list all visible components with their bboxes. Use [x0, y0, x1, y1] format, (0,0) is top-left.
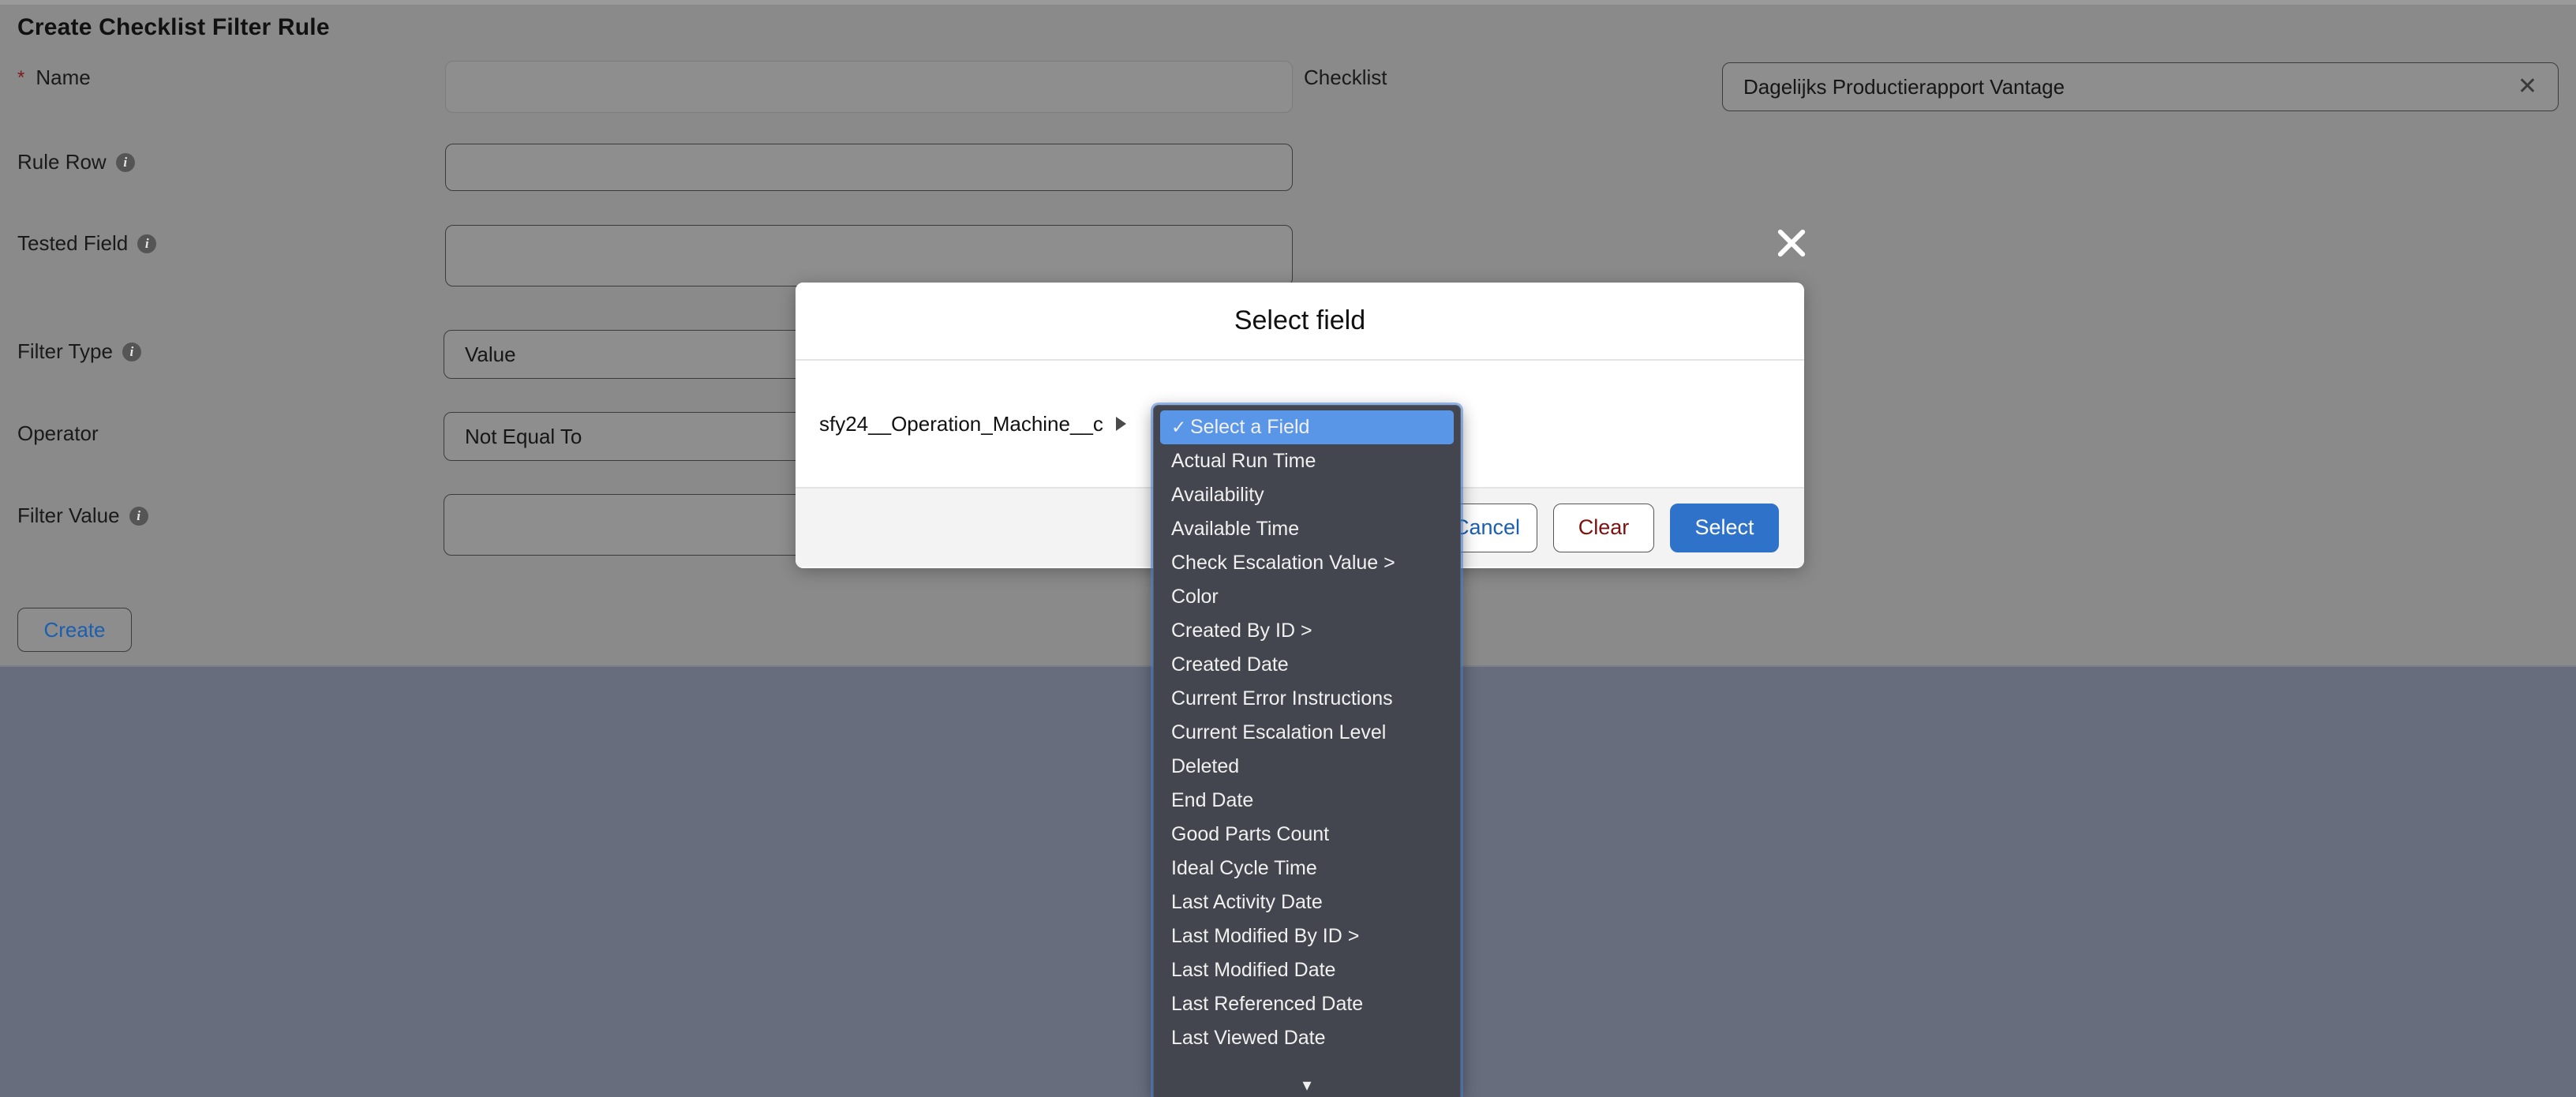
dropdown-option[interactable]: Last Modified Date: [1154, 953, 1460, 987]
dropdown-option-label: Last Referenced Date: [1171, 993, 1363, 1016]
rule-row-input[interactable]: [445, 144, 1293, 191]
create-button[interactable]: Create: [17, 608, 132, 652]
dropdown-option-label: End Date: [1171, 789, 1253, 812]
dropdown-option[interactable]: Check Escalation Value >: [1154, 546, 1460, 580]
name-input[interactable]: [445, 61, 1293, 113]
field-path-label: sfy24__Operation_Machine__c: [819, 412, 1103, 436]
dropdown-option-label: Created Date: [1171, 653, 1289, 676]
dropdown-option[interactable]: Created By ID >: [1154, 614, 1460, 648]
label-checklist-text: Checklist: [1304, 66, 1387, 90]
dropdown-option[interactable]: Actual Run Time: [1154, 444, 1460, 478]
dropdown-option[interactable]: Availability: [1154, 478, 1460, 512]
filter-type-value: Value: [465, 343, 516, 367]
label-rule-row-text: Rule Row: [17, 150, 107, 174]
chevron-down-icon[interactable]: ▾: [1154, 1076, 1460, 1094]
dropdown-option-label: Actual Run Time: [1171, 450, 1316, 473]
checklist-value: Dagelijks Productierapport Vantage: [1743, 75, 2065, 99]
modal-header: Select field: [796, 283, 1804, 361]
dropdown-option-label: Availability: [1171, 484, 1264, 507]
page-title: Create Checklist Filter Rule: [17, 14, 330, 41]
dropdown-option-label: Last Viewed Date: [1171, 1027, 1326, 1050]
top-strip: [0, 0, 2576, 5]
dropdown-option-label: Created By ID >: [1171, 620, 1312, 642]
dropdown-option[interactable]: Deleted: [1154, 750, 1460, 784]
dropdown-option[interactable]: Last Activity Date: [1154, 885, 1460, 919]
close-icon[interactable]: ✕: [2518, 75, 2537, 99]
dropdown-option-label: Good Parts Count: [1171, 823, 1329, 846]
label-filter-type: Filter Type i: [17, 339, 141, 364]
info-icon[interactable]: i: [122, 343, 141, 361]
dropdown-option-label: Deleted: [1171, 755, 1239, 778]
label-name-text: Name: [36, 66, 90, 90]
label-operator: Operator: [17, 421, 99, 446]
dropdown-option[interactable]: ✓Select a Field: [1160, 410, 1454, 444]
label-tested-field: Tested Field i: [17, 231, 156, 256]
label-operator-text: Operator: [17, 421, 99, 446]
dropdown-option-label: Last Modified By ID >: [1171, 925, 1359, 948]
dropdown-option[interactable]: Available Time: [1154, 512, 1460, 546]
dropdown-option[interactable]: Good Parts Count: [1154, 818, 1460, 852]
tested-field-input[interactable]: [445, 225, 1293, 286]
dropdown-option[interactable]: Current Escalation Level: [1154, 716, 1460, 750]
field-select-dropdown[interactable]: ✓Select a Field Actual Run Time Availabili…: [1153, 405, 1461, 1097]
info-icon[interactable]: i: [116, 153, 135, 172]
dropdown-option[interactable]: Current Error Instructions: [1154, 682, 1460, 716]
dropdown-option[interactable]: Color: [1154, 580, 1460, 614]
dropdown-list[interactable]: ✓Select a Field Actual Run Time Availabili…: [1154, 410, 1460, 1055]
dropdown-option-label: Check Escalation Value >: [1171, 552, 1395, 575]
dropdown-option-label: Select a Field: [1190, 416, 1309, 439]
checklist-input[interactable]: Dagelijks Productierapport Vantage ✕: [1722, 62, 2559, 111]
app-root: Create Checklist Filter Rule * Name Rule…: [0, 0, 2576, 1097]
label-tested-field-text: Tested Field: [17, 231, 128, 256]
label-name: * Name: [17, 66, 91, 90]
modal-title: Select field: [1234, 305, 1365, 336]
info-icon[interactable]: i: [129, 507, 148, 526]
label-filter-value-text: Filter Value: [17, 504, 120, 528]
dropdown-option[interactable]: Created Date: [1154, 648, 1460, 682]
dropdown-option-label: Last Modified Date: [1171, 959, 1335, 982]
dropdown-option-label: Current Error Instructions: [1171, 687, 1393, 710]
dropdown-option[interactable]: Ideal Cycle Time: [1154, 852, 1460, 885]
caret-right-icon: [1116, 417, 1126, 431]
info-icon[interactable]: i: [137, 234, 156, 253]
dropdown-option[interactable]: End Date: [1154, 784, 1460, 818]
label-filter-type-text: Filter Type: [17, 339, 113, 364]
select-button[interactable]: Select: [1670, 504, 1779, 552]
modal-close-icon[interactable]: [1770, 221, 1813, 264]
operator-value: Not Equal To: [465, 425, 582, 449]
dropdown-option-label: Ideal Cycle Time: [1171, 857, 1317, 880]
dropdown-option-label: Color: [1171, 586, 1219, 608]
label-checklist: Checklist: [1304, 66, 1387, 90]
dropdown-option[interactable]: Last Modified By ID >: [1154, 919, 1460, 953]
label-rule-row: Rule Row i: [17, 150, 135, 174]
dropdown-option[interactable]: Last Referenced Date: [1154, 987, 1460, 1021]
dropdown-option-label: Last Activity Date: [1171, 891, 1323, 914]
clear-button[interactable]: Clear: [1553, 504, 1654, 552]
checkmark-icon: ✓: [1171, 417, 1190, 438]
label-filter-value: Filter Value i: [17, 504, 148, 528]
dropdown-option[interactable]: Last Viewed Date: [1154, 1021, 1460, 1055]
dropdown-option-label: Current Escalation Level: [1171, 721, 1386, 744]
required-asterisk: *: [17, 67, 24, 89]
dropdown-option-label: Available Time: [1171, 518, 1299, 541]
